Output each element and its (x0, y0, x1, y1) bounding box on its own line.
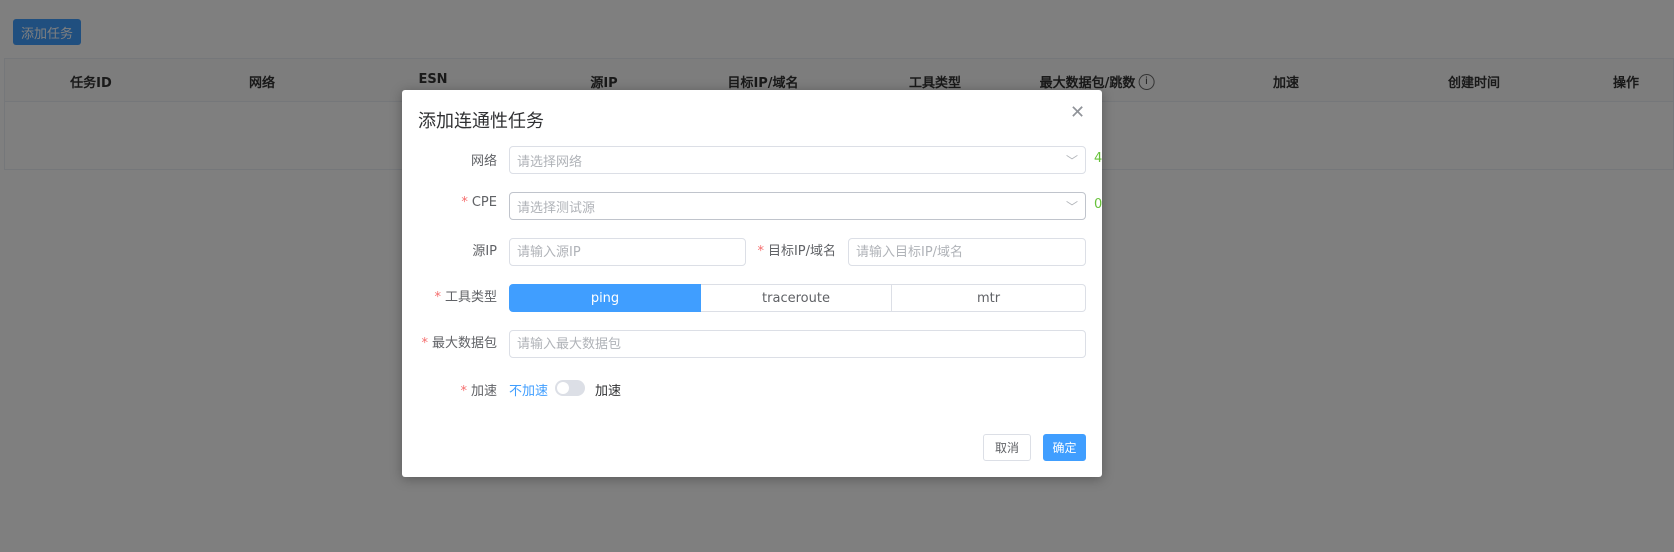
chevron-down-icon: ﹀ (1065, 199, 1078, 214)
accel-label: * 加速 (460, 384, 497, 399)
tool-mtr[interactable]: mtr (892, 284, 1086, 312)
network-label: 网络 (470, 154, 497, 169)
source-ip-input[interactable] (509, 238, 746, 266)
network-count: 4 (1094, 151, 1103, 166)
target-input[interactable] (848, 238, 1086, 266)
source-ip-label: 源IP (472, 244, 497, 259)
chevron-down-icon: ﹀ (1065, 153, 1078, 168)
accel-on-label[interactable]: 加速 (595, 380, 621, 399)
target-label: * 目标IP/域名 (757, 244, 836, 259)
tool-traceroute[interactable]: traceroute (701, 284, 892, 312)
cpe-count: 0 (1094, 197, 1103, 212)
dialog-title: 添加连通性任务 (418, 111, 544, 132)
cpe-select[interactable]: 请选择测试源 ﹀ (509, 192, 1086, 220)
max-packets-label: * 最大数据包 (421, 336, 497, 351)
accel-off-label[interactable]: 不加速 (509, 380, 548, 399)
confirm-button[interactable]: 确定 (1043, 434, 1086, 461)
cpe-label: * CPE (461, 195, 497, 210)
tool-type-label: * 工具类型 (434, 290, 497, 305)
max-packets-input[interactable] (509, 330, 1086, 358)
network-select[interactable]: 请选择网络 ﹀ (509, 146, 1086, 174)
close-icon[interactable]: ✕ (1070, 102, 1085, 123)
tool-ping[interactable]: ping (509, 284, 701, 312)
add-task-dialog: 添加连通性任务 ✕ 网络 请选择网络 ﹀ 4 * CPE 请选择测试源 ﹀ 0 源IP… (402, 90, 1102, 477)
cancel-button[interactable]: 取消 (983, 434, 1031, 461)
accel-toggle[interactable] (555, 380, 585, 396)
